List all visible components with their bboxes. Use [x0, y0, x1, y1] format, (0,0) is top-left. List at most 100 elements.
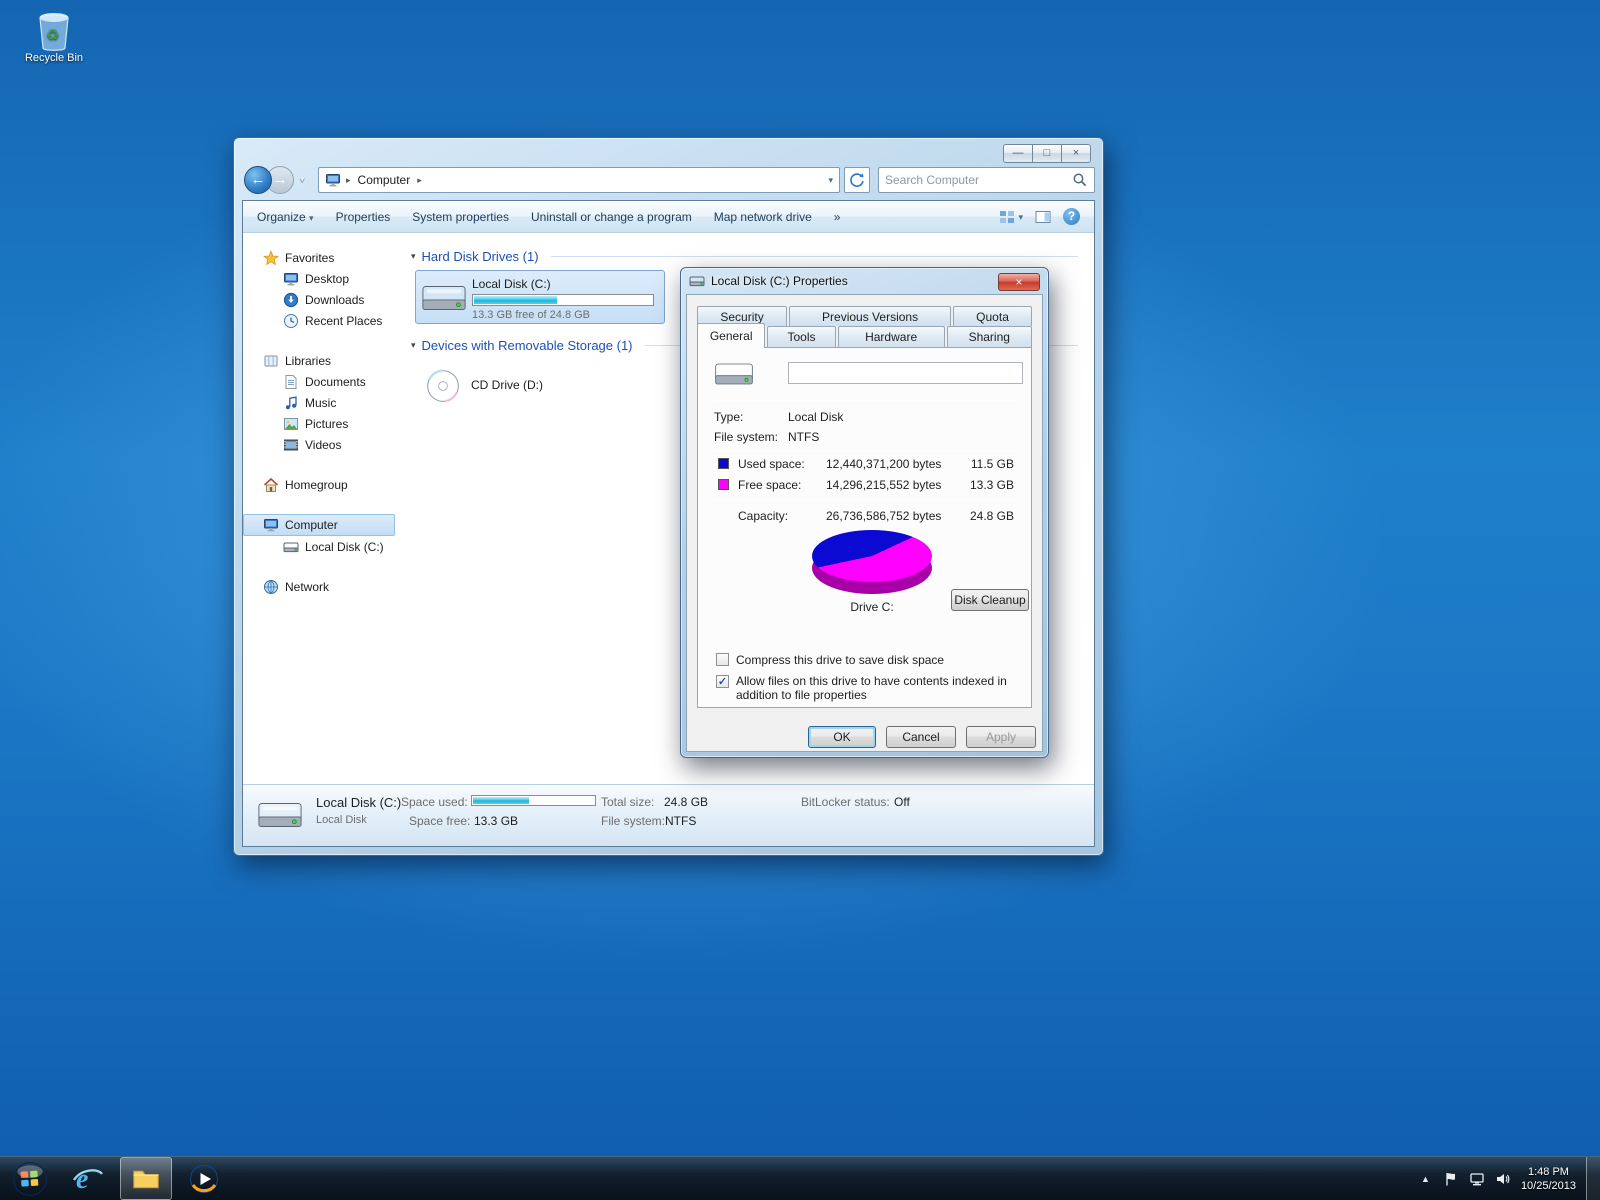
drive-item-cd-d[interactable]: CD Drive (D:): [415, 359, 665, 413]
group-collapse-icon[interactable]: ▾: [411, 251, 416, 262]
tab-tools[interactable]: Tools: [767, 326, 835, 348]
hard-drive-icon: [283, 539, 299, 555]
organize-menu[interactable]: Organize ▾: [257, 210, 314, 224]
group-header-hard-disk-drives[interactable]: ▾ Hard Disk Drives (1): [411, 249, 1078, 264]
history-dropdown-icon[interactable]: ▾: [300, 174, 305, 185]
ok-button[interactable]: OK: [808, 726, 876, 748]
drive-free-space: 13.3 GB free of 24.8 GB: [472, 309, 590, 321]
show-desktop-button[interactable]: [1586, 1157, 1600, 1200]
taskbar-item-windows-media-player[interactable]: [178, 1157, 230, 1200]
dialog-title: Local Disk (C:) Properties: [711, 274, 848, 288]
drive-item-local-disk-c[interactable]: Local Disk (C:) 13.3 GB free of 24.8 GB: [415, 270, 665, 324]
desktop: ♻ Recycle Bin — □ × ← → ▾ ▸ Computer ▸ ▾: [0, 0, 1600, 1200]
help-button[interactable]: ?: [1063, 208, 1080, 225]
sidebar-item-documents[interactable]: Documents: [243, 371, 401, 392]
drive-name: Local Disk (C:): [472, 277, 551, 291]
capacity-bytes: 26,736,586,752 bytes: [826, 509, 941, 523]
svg-text:e: e: [76, 1164, 88, 1195]
separator: [714, 450, 1015, 451]
compress-checkbox[interactable]: [716, 653, 729, 666]
navigation-bar: ← → ▾ ▸ Computer ▸ ▾: [242, 164, 1095, 196]
back-button[interactable]: ←: [244, 166, 272, 194]
address-bar[interactable]: ▸ Computer ▸ ▾: [318, 167, 840, 193]
network-icon: [263, 579, 279, 595]
command-bar: Organize ▾ Properties System properties …: [243, 201, 1094, 233]
sidebar-item-pictures[interactable]: Pictures: [243, 413, 401, 434]
preview-pane-button[interactable]: [1035, 209, 1051, 225]
taskbar-item-internet-explorer[interactable]: e: [62, 1157, 114, 1200]
dialog-close-button[interactable]: ×: [998, 273, 1040, 291]
apply-button[interactable]: Apply: [966, 726, 1036, 748]
tab-previous-versions[interactable]: Previous Versions: [789, 306, 951, 326]
recycle-bin-glyph: ♻: [34, 8, 74, 52]
volume-icon[interactable]: [1495, 1171, 1511, 1187]
taskbar-clock[interactable]: 1:48 PM 10/25/2013: [1521, 1165, 1576, 1193]
tab-row-front: General Tools Hardware Sharing: [697, 326, 1032, 348]
maximize-button[interactable]: □: [1032, 144, 1062, 163]
window-controls: — □ ×: [1003, 144, 1091, 163]
toolbar-overflow-button[interactable]: »: [834, 210, 841, 224]
search-input[interactable]: [885, 173, 1072, 187]
group-collapse-icon[interactable]: ▾: [411, 340, 416, 351]
uninstall-command[interactable]: Uninstall or change a program: [531, 210, 692, 224]
details-pane: Local Disk (C:) Local Disk Space used: S…: [243, 784, 1094, 846]
recycle-bin-icon[interactable]: ♻ Recycle Bin: [14, 8, 94, 64]
dialog-title-bar: Local Disk (C:) Properties: [681, 268, 1048, 294]
system-properties-command[interactable]: System properties: [412, 210, 509, 224]
close-button[interactable]: ×: [1061, 144, 1091, 163]
tab-quota[interactable]: Quota: [953, 306, 1032, 326]
hard-drive-icon: [714, 358, 754, 390]
compress-checkbox-label: Compress this drive to save disk space: [736, 653, 944, 667]
minimize-button[interactable]: —: [1003, 144, 1033, 163]
capacity-gb: 24.8 GB: [948, 509, 1014, 523]
refresh-icon: [849, 172, 865, 188]
action-center-flag-icon[interactable]: [1443, 1171, 1459, 1187]
chevron-down-icon: ▾: [1018, 212, 1023, 222]
used-color-swatch: [718, 458, 729, 469]
sidebar-item-computer[interactable]: Computer: [243, 514, 395, 536]
capacity-label: Capacity:: [738, 509, 788, 523]
start-button[interactable]: [4, 1157, 56, 1200]
sidebar-item-favorites[interactable]: Favorites: [243, 247, 401, 268]
show-hidden-icons-button[interactable]: ▲: [1421, 1174, 1430, 1184]
volume-label-input[interactable]: [788, 362, 1023, 384]
cancel-button[interactable]: Cancel: [886, 726, 956, 748]
breadcrumb-arrow-icon[interactable]: ▸: [346, 175, 351, 186]
taskbar-item-windows-explorer[interactable]: [120, 1157, 172, 1200]
tab-hardware[interactable]: Hardware: [838, 326, 945, 348]
map-network-drive-command[interactable]: Map network drive: [714, 210, 812, 224]
sidebar-item-network[interactable]: Network: [243, 576, 401, 597]
tab-sharing[interactable]: Sharing: [947, 326, 1032, 348]
separator: [714, 500, 1015, 501]
index-checkbox[interactable]: ✓: [716, 675, 729, 688]
address-dropdown-icon[interactable]: ▾: [828, 175, 833, 186]
sidebar-item-downloads[interactable]: Downloads: [243, 289, 401, 310]
sidebar-item-recent-places[interactable]: Recent Places: [243, 310, 401, 331]
used-space-label: Used space:: [738, 457, 805, 471]
refresh-button[interactable]: [844, 167, 870, 193]
sidebar-item-desktop[interactable]: Desktop: [243, 268, 401, 289]
file-system-label: File system:: [601, 814, 665, 828]
bitlocker-value: Off: [894, 795, 910, 809]
sidebar-item-libraries[interactable]: Libraries: [243, 350, 401, 371]
properties-command[interactable]: Properties: [336, 210, 391, 224]
disk-cleanup-button[interactable]: Disk Cleanup: [951, 589, 1029, 611]
hard-drive-icon: [689, 273, 705, 289]
network-status-icon[interactable]: [1469, 1171, 1485, 1187]
sidebar-item-videos[interactable]: Videos: [243, 434, 401, 455]
tab-general[interactable]: General: [697, 323, 765, 348]
views-button[interactable]: ▾: [999, 209, 1023, 225]
search-icon[interactable]: [1072, 172, 1088, 188]
libraries-icon: [263, 353, 279, 369]
sidebar-item-music[interactable]: Music: [243, 392, 401, 413]
total-size-value: 24.8 GB: [664, 795, 708, 809]
breadcrumb[interactable]: Computer: [356, 173, 413, 187]
system-tray: ▲ 1:48 PM 10/25/2013: [1421, 1157, 1600, 1200]
computer-icon: [325, 172, 341, 188]
chevron-down-icon: ▾: [309, 213, 314, 223]
sidebar-item-homegroup[interactable]: Homegroup: [243, 474, 401, 495]
breadcrumb-arrow-icon[interactable]: ▸: [417, 175, 422, 186]
sidebar-item-local-disk-c[interactable]: Local Disk (C:): [243, 536, 401, 557]
dialog-body: Security Previous Versions Quota General…: [686, 294, 1043, 752]
free-color-swatch: [718, 479, 729, 490]
